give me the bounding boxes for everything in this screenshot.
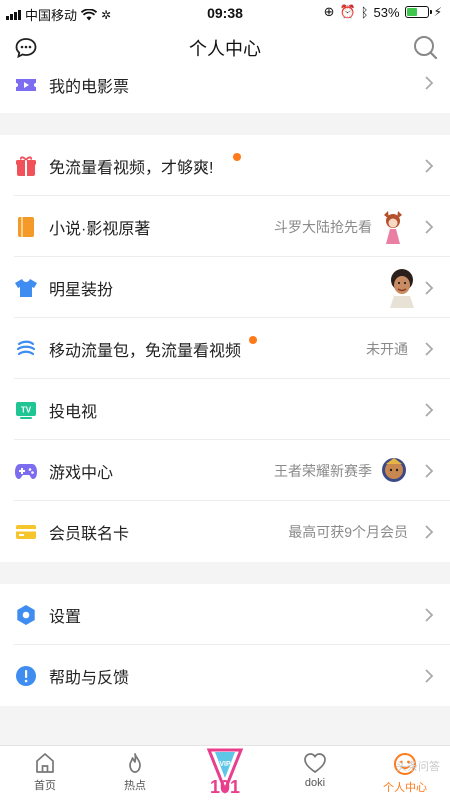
row-value-member-card: 最高可获9个月会员 (288, 523, 408, 540)
row-label-cast-to-tv: 投电视 (49, 403, 98, 421)
battery-fill (406, 8, 418, 16)
tv-icon: TV (14, 398, 38, 422)
row-label-novels: 小说·影视原著 (49, 220, 151, 238)
badge-number: 101 (210, 777, 240, 797)
gear-icon (14, 603, 38, 627)
svg-text:TV: TV (21, 405, 32, 414)
chevron-right-icon (425, 76, 434, 90)
row-label-movie-tickets: 我的电影票 (49, 79, 130, 96)
charging-icon: ⚡ (433, 5, 442, 19)
notification-dot (233, 153, 241, 161)
status-bar: 中国移动 ✲ 09:38 ⊕ ⏰ ᛒ 53% ⚡ (0, 0, 450, 26)
chevron-right-icon (425, 280, 434, 295)
tab-label-home: 首页 (34, 780, 56, 792)
anime-character-thumbnail (378, 210, 408, 244)
home-icon (36, 753, 54, 773)
row-novels[interactable]: 小说·影视原著 斗罗大陆抢先看 (0, 196, 450, 257)
chevron-right-icon (425, 463, 434, 478)
tab-vip-101[interactable]: VIP 101 (190, 746, 260, 798)
tab-doki[interactable]: doki (280, 752, 350, 789)
chevron-right-icon (425, 607, 434, 622)
gamepad-icon (14, 459, 38, 483)
row-settings[interactable]: 设置 (0, 584, 450, 645)
row-label-member-card: 会员联名卡 (49, 525, 130, 543)
tab-home[interactable]: 首页 (10, 752, 80, 793)
book-icon (14, 215, 38, 239)
row-game-center[interactable]: 游戏中心 王者荣耀新赛季 (0, 440, 450, 501)
notification-dot (249, 336, 257, 344)
battery-icon (404, 6, 432, 18)
vip-text: VIP (219, 761, 231, 768)
vip-101-badge-icon: VIP 101 (206, 748, 244, 797)
card-icon (14, 520, 38, 544)
heart-icon (304, 753, 326, 774)
row-label-settings: 设置 (49, 608, 82, 626)
row-label-mobile-data-package: 移动流量包，免流量看视频 (49, 342, 242, 360)
chevron-right-icon (425, 158, 434, 173)
row-help-feedback[interactable]: 帮助与反馈 (0, 645, 450, 706)
ticket-icon (14, 73, 38, 97)
help-icon (14, 664, 38, 688)
bluetooth-icon: ᛒ (360, 4, 369, 20)
row-member-card[interactable]: 会员联名卡 最高可获9个月会员 (0, 501, 450, 562)
search-icon[interactable] (412, 34, 438, 60)
china-mobile-icon (14, 337, 38, 361)
row-movie-tickets[interactable]: 我的电影票 (0, 70, 450, 113)
chevron-right-icon (425, 341, 434, 356)
watermark: 头条问答 (396, 761, 440, 773)
tab-label-profile: 个人中心 (383, 782, 427, 794)
row-mobile-data-package[interactable]: 移动流量包，免流量看视频 未开通 (0, 318, 450, 379)
tab-label-doki: doki (304, 777, 326, 789)
game-hero-thumbnail (380, 455, 408, 485)
gift-icon (14, 154, 38, 178)
row-cast-to-tv[interactable]: TV 投电视 (0, 379, 450, 440)
row-value-mobile-data-package: 未开通 (366, 340, 408, 357)
chevron-right-icon (425, 402, 434, 417)
row-label-star-outfits: 明星装扮 (49, 281, 114, 299)
tab-label-hot: 热点 (124, 780, 146, 792)
row-label-game-center: 游戏中心 (49, 464, 114, 482)
tab-hot[interactable]: 热点 (100, 752, 170, 793)
row-value-novels: 斗罗大陆抢先看 (274, 218, 372, 235)
chevron-right-icon (425, 219, 434, 234)
status-right: ⊕ ⏰ ᛒ 53% ⚡ (324, 4, 442, 20)
chevron-right-icon (425, 668, 434, 683)
nav-bar: 个人中心 (0, 26, 450, 70)
row-star-outfits[interactable]: 明星装扮 (0, 257, 450, 318)
flame-icon (129, 753, 141, 773)
alarm-icon: ⏰ (339, 4, 356, 19)
row-free-data-video[interactable]: 免流量看视频，才够爽! (0, 135, 450, 196)
star-avatar-thumbnail (384, 266, 420, 308)
chevron-right-icon (425, 524, 434, 539)
battery-percent: 53% (373, 4, 400, 20)
row-label-free-data-video: 免流量看视频，才够爽! (49, 159, 214, 177)
tshirt-icon (14, 276, 38, 300)
row-label-help-feedback: 帮助与反馈 (49, 669, 130, 687)
page-title: 个人中心 (189, 39, 261, 59)
row-value-game-center: 王者荣耀新赛季 (274, 462, 372, 479)
tab-bar: 首页 热点 VIP 101 doki 个人中心 (0, 745, 450, 800)
message-icon[interactable] (14, 36, 38, 60)
orientation-lock-icon: ⊕ (323, 4, 335, 19)
